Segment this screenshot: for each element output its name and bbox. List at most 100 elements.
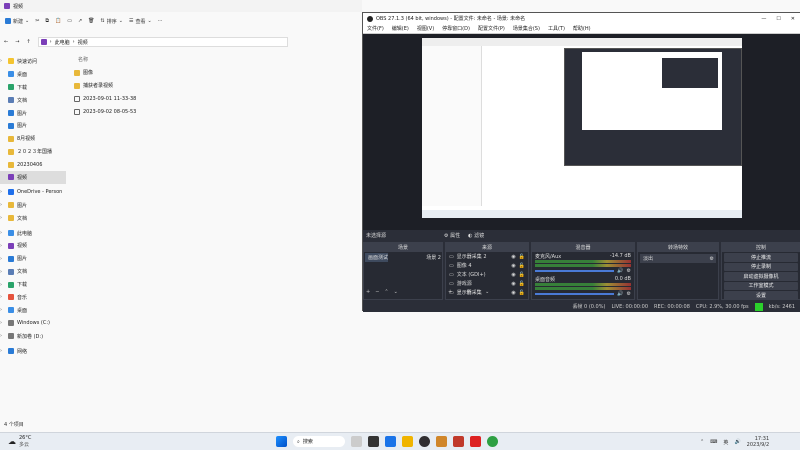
lock-icon[interactable]: 🔓	[519, 272, 525, 278]
nav-item[interactable]: 下载	[0, 81, 66, 94]
nav-item[interactable]: › 音乐	[0, 291, 66, 304]
nav-item[interactable]: 图片	[0, 107, 66, 120]
speaker-icon[interactable]: 🔊	[617, 291, 623, 297]
nav-item[interactable]: 8月视频	[0, 132, 66, 145]
menu-item[interactable]: 文件(F)	[367, 25, 384, 32]
back-icon[interactable]: ←	[4, 39, 8, 45]
filters-button[interactable]: ◐ 滤镜	[468, 232, 484, 239]
weather-widget[interactable]: ☁ 26°C 多云	[8, 435, 31, 448]
source-item[interactable]: ▭ 显示器采集 2 ◉ 🔓	[446, 252, 528, 261]
chevron-right-icon[interactable]: ›	[0, 294, 5, 300]
chevron-right-icon[interactable]: ›	[0, 202, 5, 208]
nav-item[interactable]: › 桌面	[0, 304, 66, 317]
chevron-up-icon[interactable]: ⌃	[700, 439, 704, 445]
chevron-right-icon[interactable]: ›	[0, 348, 5, 354]
nav-item[interactable]: › 快速访问	[0, 55, 66, 68]
volume-slider[interactable]	[535, 293, 615, 295]
eye-icon[interactable]: ◉	[511, 263, 515, 269]
menu-item[interactable]: 工具(T)	[548, 25, 565, 32]
source-item[interactable]: ▭ 游戏源 ◉ 🔓	[446, 279, 528, 288]
add-icon[interactable]: +	[448, 289, 452, 295]
breadcrumb-videos[interactable]: 视频	[78, 39, 88, 46]
eye-icon[interactable]: ◉	[511, 281, 515, 287]
more-icon[interactable]: ···	[158, 18, 163, 24]
transition-select[interactable]: 淡出 ⚙	[640, 254, 716, 263]
list-item[interactable]: 2023-09-02 08-05-53	[70, 105, 360, 118]
chevron-right-icon[interactable]: ›	[0, 215, 5, 221]
cut-icon[interactable]: ✂	[35, 18, 39, 24]
menu-item[interactable]: 配置文件(P)	[478, 25, 505, 32]
lock-icon[interactable]: 🔓	[519, 254, 525, 260]
control-button[interactable]: 工作室模式	[724, 281, 798, 290]
nav-item[interactable]: 文档	[0, 94, 66, 107]
nav-item[interactable]: › 视频	[0, 239, 66, 252]
app-icon[interactable]	[470, 436, 481, 447]
nav-item[interactable]: › Windows (C:)	[0, 317, 66, 330]
nav-item[interactable]: 视频	[0, 171, 66, 184]
menu-item[interactable]: 编辑(E)	[392, 25, 409, 32]
address-bar[interactable]: › 此电脑 › 视频	[37, 37, 288, 47]
obs-preview[interactable]	[363, 34, 800, 230]
properties-button[interactable]: ⚙ 属性	[444, 232, 460, 239]
rename-icon[interactable]: ▭	[67, 18, 72, 24]
list-item[interactable]: 捕获者录视频	[70, 79, 360, 92]
breadcrumb-pc[interactable]: 此电脑	[55, 39, 70, 46]
lock-icon[interactable]: 🔓	[519, 290, 525, 296]
nav-item[interactable]: › 下载	[0, 278, 66, 291]
copy-icon[interactable]: ⧉	[45, 18, 49, 24]
chevron-right-icon[interactable]: ›	[0, 307, 5, 313]
delete-icon[interactable]: 🗑	[88, 18, 94, 24]
chevron-right-icon[interactable]: ›	[0, 320, 5, 326]
nav-item[interactable]: › OneDrive - Person	[0, 186, 66, 199]
scene-item[interactable]: 画面测试	[365, 253, 389, 262]
view-button[interactable]: ☰ 查看 ⌄	[129, 18, 152, 25]
source-item[interactable]: ▭ 图像 4 ◉ 🔓	[446, 261, 528, 270]
chevron-down-icon[interactable]: ⌄	[485, 289, 489, 295]
control-button[interactable]: 停止推流	[724, 253, 798, 262]
nav-item[interactable]: › 网络	[0, 345, 66, 358]
gear-icon[interactable]: ⚙	[466, 289, 470, 295]
eye-icon[interactable]: ◉	[511, 272, 515, 278]
keyboard-icon[interactable]: ⌨	[710, 439, 717, 445]
chevron-right-icon[interactable]: ›	[0, 282, 5, 288]
new-button[interactable]: 新建 ⌄	[5, 18, 29, 25]
paste-icon[interactable]: 📋	[55, 18, 61, 24]
ime-indicator[interactable]: 英	[723, 439, 728, 446]
chevron-right-icon[interactable]: ›	[0, 269, 5, 275]
control-button[interactable]: 停止录制	[724, 262, 798, 271]
app-icon[interactable]	[436, 436, 447, 447]
gear-icon[interactable]: ⚙	[710, 256, 716, 262]
folder-icon[interactable]	[402, 436, 413, 447]
gear-icon[interactable]: ⚙	[627, 268, 631, 274]
task-view-icon[interactable]	[368, 436, 379, 447]
nav-item[interactable]: › 新加卷 (D:)	[0, 330, 66, 343]
nav-item[interactable]: › 文档	[0, 212, 66, 225]
eye-icon[interactable]: ◉	[511, 290, 515, 296]
start-icon[interactable]	[276, 436, 287, 447]
sort-button[interactable]: ⇅ 排序 ⌄	[101, 18, 123, 25]
gear-icon[interactable]: ⚙	[627, 291, 631, 297]
menu-item[interactable]: 场景集合(S)	[513, 25, 540, 32]
minimize-icon[interactable]: —	[761, 16, 766, 22]
lock-icon[interactable]: 🔓	[519, 263, 525, 269]
control-button[interactable]: 启动虚拟摄像机	[724, 272, 798, 281]
source-item[interactable]: ▭ 文本 (GDI+) ◉ 🔓	[446, 270, 528, 279]
share-icon[interactable]: ↗	[78, 18, 82, 24]
forward-icon[interactable]: →	[15, 39, 19, 45]
chevron-right-icon[interactable]: ›	[0, 333, 5, 339]
list-item[interactable]: 图像	[70, 66, 360, 79]
menu-item[interactable]: 帮助(H)	[573, 25, 591, 32]
chevron-right-icon[interactable]: ›	[0, 189, 5, 195]
add-icon[interactable]: +	[366, 289, 370, 295]
nav-item[interactable]: 桌面	[0, 68, 66, 81]
list-item[interactable]: 2023-09-01 11-33-38	[70, 92, 360, 105]
chevron-up-icon[interactable]: ⌃	[384, 289, 388, 295]
lock-icon[interactable]: 🔓	[519, 281, 525, 287]
nav-item[interactable]: › 图片	[0, 199, 66, 212]
speaker-icon[interactable]: 🔊	[617, 268, 623, 274]
clock[interactable]: 17:31 2023/9/2	[747, 436, 769, 448]
chevron-right-icon[interactable]: ›	[0, 243, 5, 249]
menu-item[interactable]: 视图(V)	[417, 25, 434, 32]
volume-slider[interactable]	[535, 270, 615, 272]
control-button[interactable]: 设置	[724, 291, 798, 300]
